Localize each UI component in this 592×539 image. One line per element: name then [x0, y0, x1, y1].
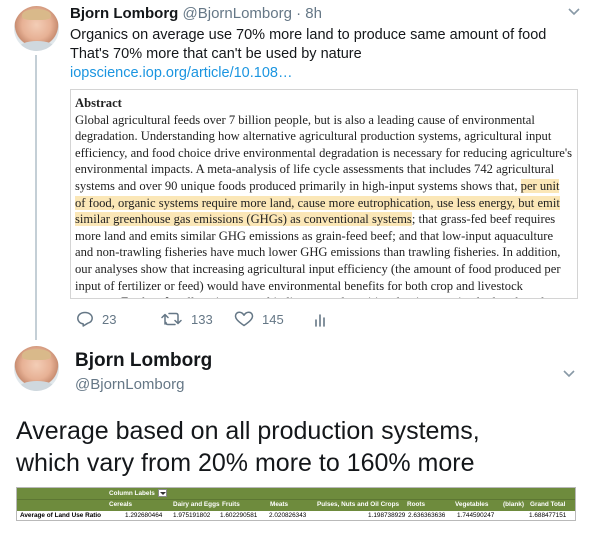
- abstract-line: and non-trawling fisheries have much low…: [75, 244, 571, 261]
- abstract-text: efficiency, and food choice drive enviro…: [75, 145, 573, 160]
- pivot-value-cell: 1.292680464: [125, 512, 163, 519]
- abstract-title: Abstract: [75, 96, 122, 110]
- pivot-row-label: Average of Land Use Ratio: [20, 512, 102, 519]
- highlighted-text: per unit: [520, 178, 560, 193]
- abstract-text: systems and over 90 unique foods produce…: [75, 178, 521, 193]
- analytics-button[interactable]: [314, 311, 336, 327]
- tweet-text: Organics on average use 70% more land to…: [70, 26, 570, 83]
- reply-count: 23: [102, 311, 117, 327]
- author-handle[interactable]: @BjornLomborg: [75, 376, 184, 393]
- tweet-text-line: Average based on all production systems,: [16, 417, 480, 445]
- abstract-line: efficiency, and food choice drive enviro…: [75, 145, 573, 162]
- like-button[interactable]: 145: [234, 311, 284, 327]
- tweet-timestamp[interactable]: 8h: [305, 5, 322, 22]
- avatar-shirt: [18, 41, 55, 51]
- abstract-line: our analyses show that increasing agricu…: [75, 261, 571, 278]
- pivot-header-cell: Roots: [407, 501, 426, 508]
- pivot-column-labels: Column Labels: [109, 490, 155, 497]
- pivot-header-cell: Vegetables: [455, 501, 489, 508]
- pivot-header-cell: Fruits: [222, 501, 240, 508]
- abstract-line: of food, organic systems require more la…: [75, 195, 571, 212]
- pivot-value-cell: 1.688477151: [529, 512, 567, 519]
- tweet-timestamp-footer-cropped: [16, 532, 166, 539]
- chevron-down-icon[interactable]: [562, 366, 576, 382]
- chevron-down-icon[interactable]: [567, 4, 581, 20]
- pivot-value-cell: 1.602290581: [220, 512, 258, 519]
- reply-icon: [77, 311, 93, 327]
- tweet-header: Bjorn Lomborg @BjornLomborg · 8h: [70, 5, 322, 22]
- filter-dropdown-icon[interactable]: [158, 489, 167, 497]
- abstract-text: more land and emits similar GHG emission…: [75, 228, 554, 243]
- abstract-text: Global agricultural feeds over 7 billion…: [75, 112, 535, 127]
- author-name[interactable]: Bjorn Lomborg: [70, 5, 178, 22]
- abstract-body: Global agricultural feeds over 7 billion…: [75, 112, 573, 298]
- highlighted-text: similar greenhouse gas emissions (GHGs) …: [75, 212, 412, 227]
- abstract-text: our analyses show that increasing agricu…: [75, 261, 561, 276]
- abstract-line: Global agricultural feeds over 7 billion…: [75, 112, 571, 129]
- pivot-header-cell: (blank): [503, 501, 524, 508]
- highlighted-text: of food, organic systems require more la…: [75, 195, 560, 210]
- pivot-value-cell: 1.744590247: [457, 512, 495, 519]
- tweet-text-line: That's 70% more that can't be used by na…: [70, 46, 362, 62]
- meta-separator: ·: [296, 5, 302, 22]
- avatar-hair: [22, 348, 51, 361]
- abstract-line: degradation. Understanding how alternati…: [75, 128, 571, 145]
- author-handle[interactable]: @BjornLomborg: [183, 5, 292, 22]
- pivot-header-cell: Grand Total: [530, 501, 566, 508]
- pivot-table-image[interactable]: Column Labels Cereals Dairy and Eggs Fru…: [16, 487, 576, 521]
- pivot-value-cell: 2.020826343: [269, 512, 307, 519]
- avatar-hair: [22, 8, 51, 21]
- pivot-value-cell: 1.198738929: [368, 512, 406, 519]
- pivot-header-cell: Pulses, Nuts and Oil Crops: [317, 501, 400, 508]
- abstract-text: and non-trawling fisheries have much low…: [75, 245, 561, 260]
- author-avatar[interactable]: [14, 6, 59, 51]
- pivot-header-cell: Meats: [270, 501, 289, 508]
- pivot-header-band: [17, 488, 575, 499]
- abstract-text: ; that grass-fed beef requires: [411, 212, 556, 227]
- like-count: 145: [262, 311, 284, 327]
- author-name[interactable]: Bjorn Lomborg: [75, 350, 212, 372]
- retweet-count: 133: [191, 311, 213, 327]
- avatar-shirt: [18, 381, 55, 391]
- pivot-header-cell: Dairy and Eggs: [173, 501, 220, 508]
- article-link[interactable]: iopscience.iop.org/article/10.108…: [70, 64, 570, 83]
- abstract-text: input of fertilizer or feed) would have …: [75, 278, 523, 293]
- abstract-line: environmental impacts. A meta-analysis o…: [75, 161, 571, 178]
- heart-icon: [234, 311, 254, 327]
- tweet-text: Average based on all production systems,…: [16, 415, 586, 479]
- abstract-screenshot[interactable]: Abstract Global agricultural feeds over …: [70, 89, 578, 299]
- reply-button[interactable]: 23: [76, 311, 116, 327]
- abstract-line: more land and emits similar GHG emission…: [75, 228, 571, 245]
- retweet-button[interactable]: 133: [161, 311, 213, 327]
- abstract-line: systems and over 90 unique foods produce…: [75, 178, 571, 195]
- thread-connector-line: [35, 55, 37, 340]
- tweet-text-line: Organics on average use 70% more land to…: [70, 27, 547, 43]
- pivot-value-cell: 2.636363636: [408, 512, 446, 519]
- abstract-line: systems. Further, for all environmental …: [75, 294, 571, 298]
- retweet-icon: [161, 312, 182, 326]
- tweet-text-line: which vary from 20% more to 160% more: [16, 449, 475, 477]
- abstract-line: similar greenhouse gas emissions (GHGs) …: [75, 211, 571, 228]
- abstract-text: degradation. Understanding how alternati…: [75, 129, 552, 144]
- abstract-text: environmental impacts. A meta-analysis o…: [75, 162, 555, 177]
- pivot-column-band: [17, 499, 575, 511]
- analytics-icon: [315, 314, 325, 327]
- abstract-text: systems. Further, for all environmental …: [75, 295, 544, 298]
- pivot-value-cell: 1.975191802: [173, 512, 211, 519]
- author-avatar[interactable]: [14, 346, 59, 391]
- pivot-header-cell: Cereals: [109, 501, 133, 508]
- abstract-line: input of fertilizer or feed) would have …: [75, 278, 571, 295]
